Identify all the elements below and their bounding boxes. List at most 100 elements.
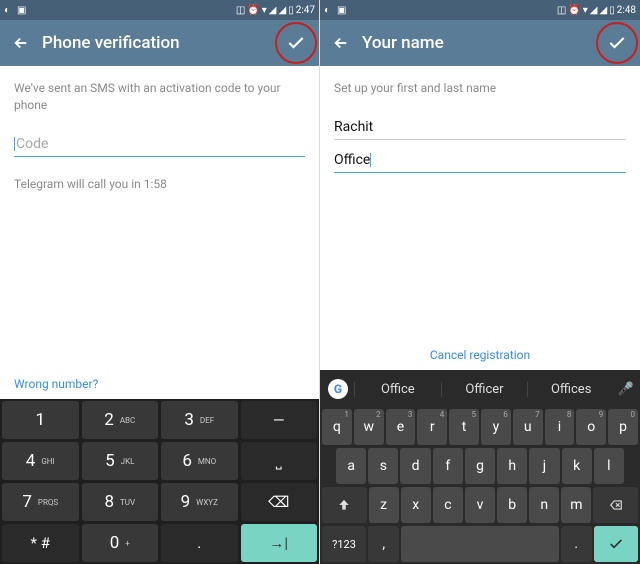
key-2[interactable]: 2ABC [82, 401, 159, 439]
code-input-wrap[interactable]: Code [14, 132, 305, 157]
key-g[interactable]: g [465, 448, 495, 484]
no-sim-icon: ◫ [557, 5, 566, 16]
wifi-icon: ▾ [583, 5, 588, 16]
key-s[interactable]: s [368, 448, 398, 484]
key-w[interactable]: w2 [354, 409, 384, 445]
battery-icon: ▯ [609, 5, 615, 16]
key-v[interactable]: v [465, 487, 495, 523]
symbols-key[interactable]: ?123 [322, 526, 366, 562]
key-j[interactable]: j [529, 448, 559, 484]
key-b[interactable]: b [497, 487, 527, 523]
key-4[interactable]: 4GHI [2, 442, 79, 480]
wifi-icon: ▾ [262, 5, 267, 16]
status-bar: ◐ ▣ ◫ ⏰ ▾ ◢ ◢ ▯ 2:48 [320, 0, 640, 20]
signal-icon: ◢ [269, 5, 277, 16]
key-3[interactable]: 3DEF [161, 401, 238, 439]
text-cursor [370, 153, 371, 167]
suggestion-2[interactable]: Officer [441, 382, 528, 397]
key-r[interactable]: r4 [417, 409, 447, 445]
key-space[interactable]: ⎵ [241, 442, 318, 480]
alarm-icon: ⏰ [247, 5, 259, 16]
key-1[interactable]: 1 [2, 401, 79, 439]
key-h[interactable]: h [497, 448, 527, 484]
battery-icon: ▯ [288, 5, 294, 16]
suggestion-bar: G Office Officer Offices 🎤 [322, 372, 638, 406]
screen-your-name: ◐ ▣ ◫ ⏰ ▾ ◢ ◢ ▯ 2:48 Your name Set up yo… [320, 0, 640, 564]
app-bar: Phone verification [0, 20, 319, 66]
key-c[interactable]: c [433, 487, 463, 523]
mic-icon[interactable]: 🎤 [614, 382, 638, 397]
backspace-icon: ⌫ [268, 493, 289, 511]
key-o[interactable]: o9 [576, 409, 606, 445]
key-x[interactable]: x [401, 487, 431, 523]
shift-key[interactable] [322, 487, 367, 523]
screen-phone-verification: ◐ ▣ ◫ ⏰ ▾ ◢ ◢ ▯ 2:47 Phone verification … [0, 0, 320, 564]
back-button[interactable] [326, 28, 356, 58]
first-name-input[interactable]: Rachit [334, 115, 626, 140]
backspace-key[interactable] [593, 487, 638, 523]
text-cursor [14, 137, 15, 151]
signal-icon: ◢ [278, 5, 286, 16]
wrong-number-link[interactable]: Wrong number? [14, 377, 98, 391]
key-period[interactable]: . [161, 524, 238, 562]
alarm-icon: ⏰ [568, 5, 580, 16]
google-icon[interactable]: G [328, 379, 348, 399]
key-5[interactable]: 5JKL [82, 442, 159, 480]
key-dash[interactable]: — [241, 401, 318, 439]
key-l[interactable]: l [594, 448, 624, 484]
app-icon: ◐ [4, 5, 14, 15]
key-y[interactable]: y6 [481, 409, 511, 445]
qwerty-keyboard: G Office Officer Offices 🎤 q1w2e3r4t5y6u… [320, 370, 640, 564]
image-icon: ▣ [17, 5, 27, 15]
status-time: 2:48 [617, 5, 636, 16]
key-t[interactable]: t5 [449, 409, 479, 445]
appbar-title: Phone verification [42, 33, 180, 53]
key-n[interactable]: n [529, 487, 559, 523]
appbar-title: Your name [362, 33, 444, 53]
key-6[interactable]: 6MNO [161, 442, 238, 480]
signal-icon: ◢ [590, 5, 598, 16]
key-u[interactable]: u7 [513, 409, 543, 445]
key-backspace[interactable]: ⌫ [241, 483, 318, 521]
key-symbols[interactable]: * # [2, 524, 79, 562]
key-a[interactable]: a [336, 448, 366, 484]
key-8[interactable]: 8TUV [82, 483, 159, 521]
no-sim-icon: ◫ [236, 5, 245, 16]
confirm-button[interactable] [281, 28, 311, 58]
suggestion-1[interactable]: Office [354, 382, 441, 397]
key-i[interactable]: i8 [545, 409, 575, 445]
app-bar: Your name [320, 20, 640, 66]
comma-key[interactable]: , [368, 526, 399, 562]
key-e[interactable]: e3 [386, 409, 416, 445]
key-7[interactable]: 7PRQS [2, 483, 79, 521]
numeric-keypad: 1 2ABC 3DEF — 4GHI 5JKL 6MNO ⎵ 7PRQS 8TU… [0, 399, 319, 564]
key-9[interactable]: 9WXYZ [161, 483, 238, 521]
helper-text: Set up your first and last name [334, 80, 626, 97]
cancel-registration-link[interactable]: Cancel registration [320, 348, 640, 362]
enter-icon: →| [269, 534, 288, 552]
image-icon: ▣ [337, 5, 347, 15]
key-m[interactable]: m [561, 487, 591, 523]
status-bar: ◐ ▣ ◫ ⏰ ▾ ◢ ◢ ▯ 2:47 [0, 0, 319, 20]
code-placeholder: Code [16, 136, 48, 152]
app-icon: ◐ [324, 5, 334, 15]
signal-icon: ◢ [599, 5, 607, 16]
key-d[interactable]: d [400, 448, 430, 484]
countdown-text: Telegram will call you in 1:58 [14, 177, 305, 191]
enter-key[interactable] [594, 526, 638, 562]
key-k[interactable]: k [562, 448, 592, 484]
back-button[interactable] [6, 28, 36, 58]
key-q[interactable]: q1 [322, 409, 352, 445]
last-name-input[interactable]: Office [334, 148, 626, 173]
period-key[interactable]: . [561, 526, 592, 562]
suggestion-3[interactable]: Offices [527, 382, 614, 397]
key-p[interactable]: p0 [608, 409, 638, 445]
space-key[interactable] [401, 526, 558, 562]
content-area: Set up your first and last name Rachit O… [320, 66, 640, 370]
key-enter[interactable]: →| [241, 524, 318, 562]
confirm-button[interactable] [602, 28, 632, 58]
key-z[interactable]: z [369, 487, 399, 523]
key-0[interactable]: 0+ [82, 524, 159, 562]
content-area: We've sent an SMS with an activation cod… [0, 66, 319, 399]
key-f[interactable]: f [433, 448, 463, 484]
